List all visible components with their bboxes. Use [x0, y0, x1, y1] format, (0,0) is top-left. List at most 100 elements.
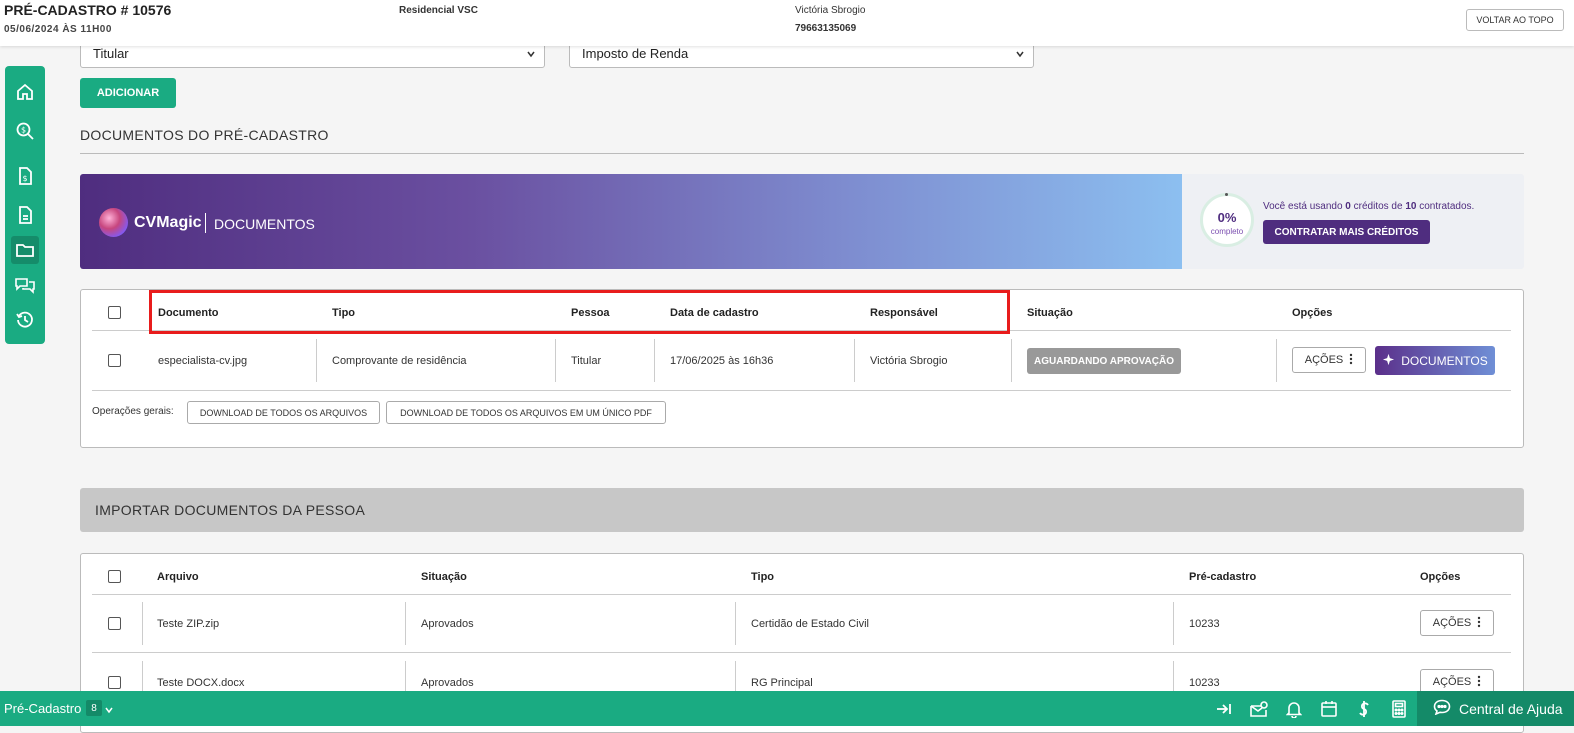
pessoa-select-value: Titular [93, 46, 129, 61]
cell-tipo: RG Principal [751, 677, 813, 689]
actions-button[interactable]: AÇÕES [1292, 347, 1366, 373]
actions-button[interactable]: AÇÕES [1420, 610, 1494, 636]
document-money-icon[interactable]: $ [11, 162, 39, 190]
download-all-button[interactable]: DOWNLOAD DE TODOS OS ARQUIVOS [187, 401, 380, 424]
footer-module[interactable]: Pré-Cadastro [4, 701, 81, 716]
credits-total: 10 [1405, 201, 1417, 212]
row-checkbox[interactable] [108, 676, 121, 689]
divider [405, 602, 406, 645]
cell-pre-cadastro: 10233 [1189, 677, 1220, 689]
divider [1276, 339, 1277, 382]
cell-data: 17/06/2025 às 16h36 [670, 355, 774, 367]
divider [1173, 602, 1174, 645]
dollar-icon[interactable] [1354, 699, 1374, 719]
col-situacao: Situação [1027, 307, 1073, 319]
progress-percent: 0% [1217, 210, 1237, 225]
buy-credits-button[interactable]: CONTRATAR MAIS CRÉDITOS [1263, 220, 1430, 244]
tipo-select-value: Imposto de Renda [582, 46, 689, 61]
calendar-icon[interactable] [1319, 699, 1339, 719]
chevron-down-icon[interactable] [104, 702, 114, 720]
folder-icon[interactable] [11, 236, 39, 264]
section-title: DOCUMENTOS DO PRÉ-CADASTRO [80, 127, 329, 143]
top-bar: PRÉ-CADASTRO # 10576 05/06/2024 ÀS 11H00… [0, 0, 1574, 46]
col-pre-cadastro: Pré-cadastro [1189, 571, 1257, 583]
row-checkbox[interactable] [108, 617, 121, 630]
cvmagic-logo [99, 208, 128, 237]
divider [654, 339, 655, 382]
side-nav: $ $ [5, 66, 45, 344]
highlight-box [149, 290, 1010, 334]
cvmagic-label: DOCUMENTOS [214, 216, 315, 232]
credits-text: Você está usando 0 créditos de 10 contra… [1263, 201, 1474, 212]
collapse-right-icon[interactable] [1214, 699, 1234, 719]
actions-label: AÇÕES [1304, 354, 1344, 366]
divider [142, 602, 143, 645]
cell-arquivo[interactable]: Teste ZIP.zip [157, 618, 219, 630]
progress-indicator [1225, 193, 1228, 196]
client-name: Victória Sbrogio [795, 5, 866, 16]
cell-documento[interactable]: especialista-cv.jpg [158, 355, 247, 367]
col-opcoes: Opções [1292, 307, 1333, 319]
divider [316, 339, 317, 382]
credits-prefix: Você está usando [1263, 201, 1346, 212]
col-opcoes: Opções [1420, 571, 1461, 583]
cell-arquivo[interactable]: Teste DOCX.docx [157, 677, 244, 689]
calculator-icon[interactable] [1389, 699, 1409, 719]
page-title: PRÉ-CADASTRO # 10576 [4, 2, 172, 18]
actions-label: AÇÕES [1432, 676, 1472, 688]
mail-notification-icon[interactable] [1249, 699, 1269, 719]
divider [92, 390, 1511, 391]
help-center-button[interactable]: Central de Ajuda [1417, 691, 1574, 726]
add-button[interactable]: ADICIONAR [80, 78, 176, 108]
chevron-down-icon [526, 47, 536, 62]
progress-ring: 0% completo [1200, 193, 1254, 247]
chevron-down-icon [1015, 47, 1025, 62]
general-ops-label: Operações gerais: [92, 406, 174, 417]
help-center-label: Central de Ajuda [1459, 700, 1563, 717]
divider [205, 213, 206, 233]
import-section-header: IMPORTAR DOCUMENTOS DA PESSOA [80, 488, 1524, 532]
home-icon[interactable] [11, 78, 39, 106]
cell-situacao: Aprovados [421, 677, 474, 689]
page-datetime: 05/06/2024 ÀS 11H00 [4, 24, 112, 35]
divider [854, 339, 855, 382]
col-tipo: Tipo [751, 571, 775, 583]
search-money-icon[interactable]: $ [11, 117, 39, 145]
svg-text:$: $ [21, 126, 26, 135]
cell-pessoa: Titular [571, 355, 602, 367]
more-vertical-icon [1477, 675, 1481, 690]
divider [1011, 339, 1012, 382]
cell-situacao: Aprovados [421, 618, 474, 630]
divider [555, 339, 556, 382]
svg-text:$: $ [23, 174, 28, 183]
more-vertical-icon [1477, 616, 1481, 631]
history-icon[interactable] [11, 306, 39, 334]
progress-label: completo [1210, 227, 1244, 236]
cell-responsavel: Victória Sbrogio [870, 355, 948, 367]
credits-panel: 0% completo Você está usando 0 créditos … [1182, 174, 1524, 269]
sparkle-icon [1382, 353, 1395, 369]
download-pdf-button[interactable]: DOWNLOAD DE TODOS OS ARQUIVOS EM UM ÚNIC… [386, 401, 666, 424]
cell-pre-cadastro: 10233 [1189, 618, 1220, 630]
documents-label: DOCUMENTOS [1401, 353, 1488, 368]
cvmagic-brand: CVMagic [134, 214, 202, 231]
cell-tipo: Certidão de Estado Civil [751, 618, 870, 630]
select-all-checkbox[interactable] [108, 306, 121, 319]
divider [735, 602, 736, 645]
select-all-checkbox[interactable] [108, 570, 121, 583]
chat-bubble-icon [1433, 699, 1451, 718]
document-icon[interactable] [11, 201, 39, 229]
back-to-top-button[interactable]: VOLTAR AO TOPO [1466, 9, 1564, 31]
more-vertical-icon [1349, 353, 1353, 368]
chat-icon[interactable] [11, 271, 39, 299]
credits-mid: créditos de [1350, 201, 1406, 212]
cvmagic-documents-button[interactable]: DOCUMENTOS [1375, 346, 1495, 375]
divider [80, 153, 1524, 154]
empreendimento-name: Residencial VSC [399, 5, 478, 16]
divider [92, 652, 1511, 653]
bell-icon[interactable] [1284, 699, 1304, 719]
row-checkbox[interactable] [108, 354, 121, 367]
col-arquivo: Arquivo [157, 571, 199, 583]
credits-suffix: contratados. [1416, 201, 1475, 212]
divider [92, 594, 1511, 595]
